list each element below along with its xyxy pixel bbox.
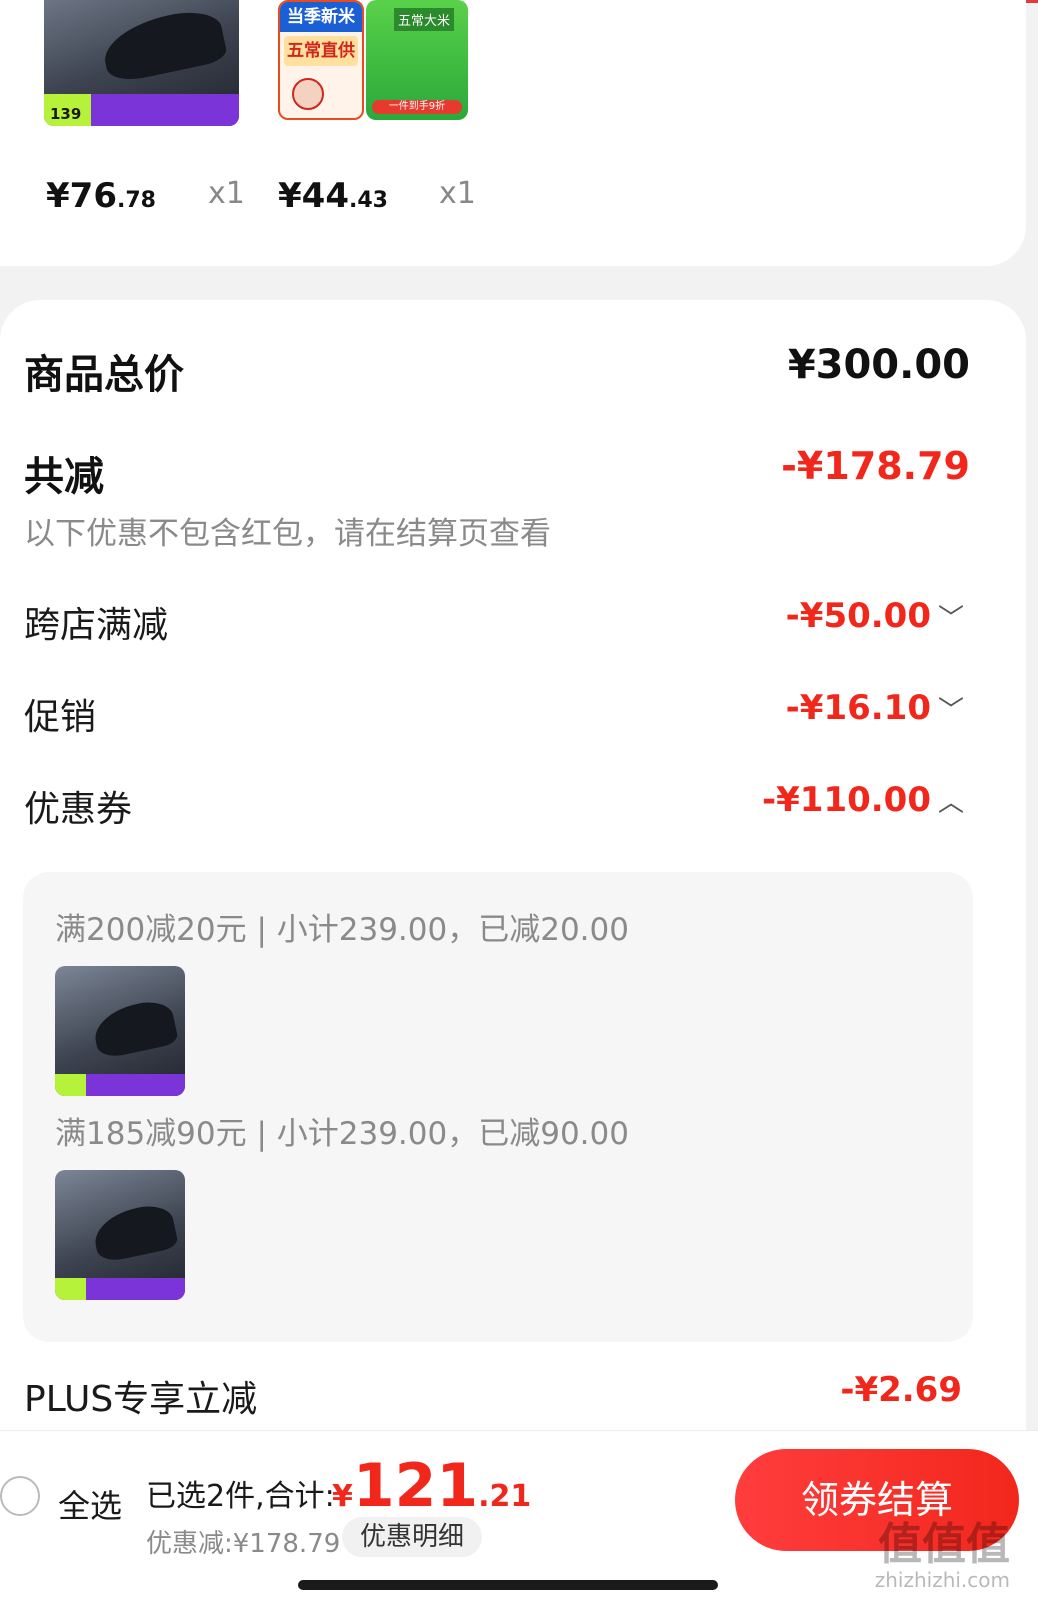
shoe-price-tag: 139 <box>50 105 82 123</box>
plus-discount-value: -¥2.69 <box>840 1370 962 1410</box>
select-all-label[interactable]: 全选 <box>58 1481 122 1527</box>
discount-detail-button[interactable]: 优惠明细 <box>342 1517 482 1557</box>
plus-discount-label: PLUS专享立减 <box>24 1379 258 1420</box>
rice-brand-label: 五常大米 <box>394 8 455 31</box>
chevron-down-icon[interactable]: ﹀ <box>938 598 964 635</box>
price-summary-card: 商品总价 ¥300.00 共减 -¥178.79 以下优惠不包含红包，请在结算页… <box>0 300 1026 1500</box>
total-amount: ¥121.21 <box>332 1451 532 1521</box>
coupon-value[interactable]: -¥110.00 <box>762 780 931 820</box>
chevron-up-icon[interactable]: ︿ <box>938 782 964 819</box>
promo-label[interactable]: 促销 <box>24 688 96 740</box>
discount-summary: 优惠减:¥178.79 <box>146 1529 341 1559</box>
reduce-value: -¥178.79 <box>781 444 970 488</box>
total-price-label: 商品总价 <box>24 352 184 398</box>
watermark: 值值值 <box>878 1519 1010 1570</box>
product-card: 139 当季新米 五常直供 五常大米 一件到手9折 ¥76.78 x1 ¥44.… <box>0 0 1026 266</box>
chevron-down-icon[interactable]: ﹀ <box>938 690 964 727</box>
product-image-rice-bag[interactable]: 五常大米 一件到手9折 <box>366 0 468 120</box>
home-indicator[interactable] <box>298 1580 718 1590</box>
coupon-label[interactable]: 优惠券 <box>24 780 132 832</box>
coupon-product-image[interactable] <box>55 1170 185 1300</box>
product-image-rice-box[interactable]: 当季新米 五常直供 <box>278 0 364 120</box>
product-price: ¥44.43 <box>278 176 388 216</box>
product-image-shoe[interactable]: 139 <box>44 0 239 126</box>
rice-seal-icon <box>292 78 324 110</box>
cross-store-value[interactable]: -¥50.00 <box>786 596 931 636</box>
coupon-rule: 满200减20元 | 小计239.00，已减20.00 <box>55 912 629 948</box>
shoe-shape <box>97 4 228 85</box>
promo-value[interactable]: -¥16.10 <box>786 688 931 728</box>
select-all-radio[interactable] <box>0 1476 40 1516</box>
rice-promo-tag: 一件到手9折 <box>372 100 462 114</box>
product-price: ¥76.78 <box>46 176 156 216</box>
coupon-rule: 满185减90元 | 小计239.00，已减90.00 <box>55 1116 629 1152</box>
rice-direct-tag: 五常直供 <box>284 36 358 66</box>
reduce-label: 共减 <box>24 454 104 500</box>
cross-store-label[interactable]: 跨店满减 <box>24 596 168 648</box>
selected-summary: 已选2件,合计: <box>146 1479 335 1514</box>
discount-note: 以下优惠不包含红包，请在结算页查看 <box>24 516 551 552</box>
checkout-bar: 全选 已选2件,合计: ¥121.21 优惠减:¥178.79 优惠明细 领券结… <box>0 1430 1038 1602</box>
total-price-value: ¥300.00 <box>787 342 970 388</box>
rice-season-tag: 当季新米 <box>280 2 362 32</box>
product-quantity: x1 <box>439 176 476 211</box>
product-quantity: x1 <box>208 176 245 211</box>
coupon-product-image[interactable] <box>55 966 185 1096</box>
watermark-url: zhizhizhi.com <box>874 1568 1010 1592</box>
coupon-detail-panel: 满200减20元 | 小计239.00，已减20.00 满185减90元 | 小… <box>23 872 973 1342</box>
